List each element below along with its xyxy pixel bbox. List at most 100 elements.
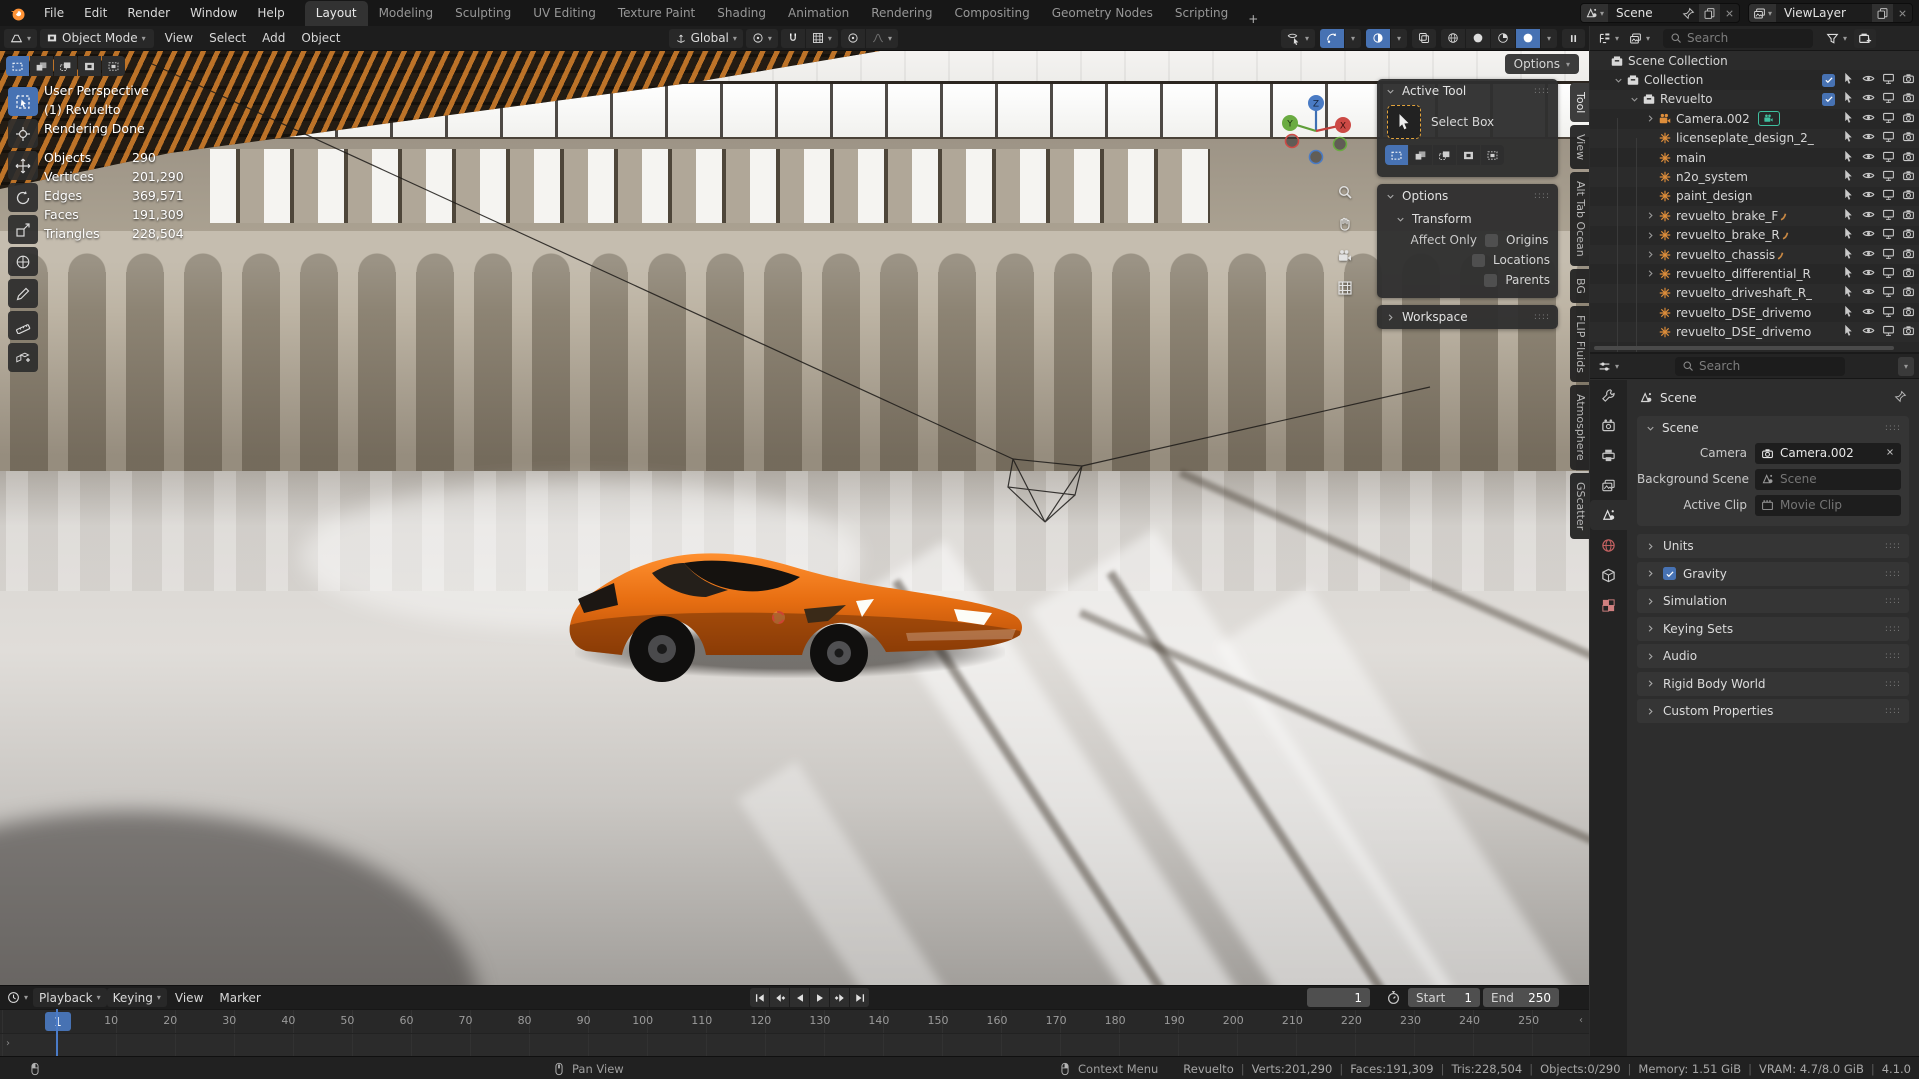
xray-toggle[interactable] [1412, 29, 1436, 48]
expand-arrow-icon[interactable]: › [6, 1038, 10, 1049]
hide-toggle[interactable] [1862, 227, 1875, 243]
workspace-tab-animation[interactable]: Animation [777, 1, 860, 26]
viewport-menu-add[interactable]: Add [254, 31, 293, 45]
select-mode-set[interactable] [1385, 145, 1408, 165]
select-mode-invert[interactable] [1457, 145, 1480, 165]
properties-tab-texture[interactable] [1590, 590, 1627, 620]
pan-button[interactable] [1332, 211, 1358, 237]
timeline-ruler[interactable]: 1 ‹ 102030405060708090100110120130140150… [0, 1009, 1589, 1033]
disable-viewport-toggle[interactable] [1882, 91, 1895, 107]
workspace-tab-rendering[interactable]: Rendering [860, 1, 943, 26]
properties-editor-type-button[interactable]: ▾ [1595, 357, 1622, 376]
workspace-tab-uv-editing[interactable]: UV Editing [522, 1, 607, 26]
outliner-row[interactable]: n2o_system [1590, 167, 1919, 186]
disable-viewport-toggle[interactable] [1882, 169, 1895, 185]
next-keyframe-button[interactable] [830, 988, 849, 1007]
tool-transform[interactable] [8, 247, 38, 276]
disable-render-toggle[interactable] [1902, 324, 1915, 340]
selectable-toggle[interactable] [1842, 208, 1855, 224]
pin-icon[interactable] [1678, 4, 1699, 22]
proportional-edit-toggle[interactable] [841, 29, 865, 48]
shading-solid-button[interactable] [1466, 29, 1490, 48]
gizmo-dropdown[interactable]: ▾ [1345, 29, 1361, 48]
workspace-tab-sculpting[interactable]: Sculpting [444, 1, 522, 26]
collapse-arrow-icon[interactable]: ‹ [1579, 1015, 1583, 1026]
options-section-header[interactable]: Options:::: [1377, 184, 1558, 208]
disable-viewport-toggle[interactable] [1882, 266, 1895, 282]
tool-annotate[interactable] [8, 279, 38, 308]
expand-toggle[interactable] [1643, 230, 1658, 241]
shading-dropdown[interactable]: ▾ [1541, 29, 1557, 48]
select-mode-invert[interactable] [78, 56, 101, 76]
editor-type-button[interactable]: ▾ [4, 29, 37, 48]
outliner-row[interactable]: revuelto_brake_F [1590, 206, 1919, 225]
tool-scale[interactable] [8, 215, 38, 244]
properties-tab-viewlayer[interactable] [1590, 470, 1627, 500]
disable-render-toggle[interactable] [1902, 266, 1915, 282]
tool-rotate[interactable] [8, 183, 38, 212]
hide-toggle[interactable] [1862, 266, 1875, 282]
disable-render-toggle[interactable] [1902, 169, 1915, 185]
viewlayer-selector[interactable]: ▾ ViewLayer [1748, 3, 1913, 23]
shading-material-button[interactable] [1491, 29, 1515, 48]
disable-viewport-toggle[interactable] [1882, 227, 1895, 243]
scene-icon[interactable]: ▾ [1581, 4, 1608, 22]
select-mode-intersect[interactable] [1481, 145, 1504, 165]
hide-toggle[interactable] [1862, 324, 1875, 340]
disable-render-toggle[interactable] [1902, 305, 1915, 321]
properties-tab-scene[interactable] [1590, 500, 1627, 530]
select-mode-extend[interactable] [30, 56, 53, 76]
selectable-toggle[interactable] [1842, 111, 1855, 127]
disable-viewport-toggle[interactable] [1882, 305, 1895, 321]
selectable-toggle[interactable] [1842, 72, 1855, 88]
outliner-row[interactable]: Scene Collection [1590, 51, 1919, 70]
viewlayer-selector-value[interactable]: ViewLayer [1776, 6, 1872, 20]
outliner-row[interactable]: licenseplate_design_2_ [1590, 129, 1919, 148]
properties-tab-object[interactable] [1590, 560, 1627, 590]
transform-subsection[interactable]: Transform [1377, 208, 1558, 230]
current-frame-indicator[interactable]: 1 [45, 1012, 71, 1031]
hide-toggle[interactable] [1862, 91, 1875, 107]
menu-edit[interactable]: Edit [74, 0, 117, 26]
end-frame-field[interactable]: End250 [1483, 988, 1559, 1007]
tool-cursor[interactable] [8, 119, 38, 148]
pause-render-button[interactable] [1562, 29, 1585, 48]
tool-add-cube[interactable] [8, 343, 38, 372]
checkbox-locations[interactable] [1472, 254, 1485, 267]
blender-logo-icon[interactable] [0, 5, 34, 22]
section-gravity[interactable]: Gravity:::: [1637, 562, 1909, 586]
workspace-tab-geometry-nodes[interactable]: Geometry Nodes [1041, 1, 1164, 26]
select-box-tool-icon[interactable] [1387, 105, 1421, 139]
hide-toggle[interactable] [1862, 130, 1875, 146]
properties-options-button[interactable]: ▾ [1898, 357, 1914, 376]
section-custom-properties[interactable]: Custom Properties:::: [1637, 699, 1909, 723]
outliner-row[interactable]: main [1590, 148, 1919, 167]
hide-toggle[interactable] [1862, 72, 1875, 88]
disable-viewport-toggle[interactable] [1882, 247, 1895, 263]
disable-viewport-toggle[interactable] [1882, 188, 1895, 204]
collection-checkbox[interactable] [1822, 74, 1835, 87]
timeline-menu-view[interactable]: View [167, 991, 211, 1005]
section-audio[interactable]: Audio:::: [1637, 644, 1909, 668]
copy-icon[interactable] [1872, 4, 1893, 22]
disable-viewport-toggle[interactable] [1882, 130, 1895, 146]
disable-render-toggle[interactable] [1902, 208, 1915, 224]
overlays-dropdown[interactable]: ▾ [1391, 29, 1407, 48]
disable-render-toggle[interactable] [1902, 111, 1915, 127]
properties-tab-tool[interactable] [1590, 380, 1627, 410]
disable-render-toggle[interactable] [1902, 150, 1915, 166]
sidebar-tab-view[interactable]: View [1570, 125, 1589, 169]
camera-view-button[interactable] [1332, 243, 1358, 269]
sidebar-tab-atmosphere[interactable]: Atmosphere [1570, 385, 1589, 470]
hide-toggle[interactable] [1862, 150, 1875, 166]
hide-toggle[interactable] [1862, 208, 1875, 224]
outliner-search[interactable] [1663, 29, 1813, 48]
hide-toggle[interactable] [1862, 111, 1875, 127]
properties-search-input[interactable] [1699, 359, 1838, 373]
auto-keying-icon[interactable] [1386, 990, 1401, 1008]
timeline-menu-keying[interactable]: Keying▾ [107, 988, 167, 1007]
outliner-row[interactable]: revuelto_DSE_drivemo [1590, 303, 1919, 322]
checkbox-origins[interactable] [1485, 234, 1498, 247]
tool-select-box[interactable] [8, 87, 38, 116]
close-icon[interactable] [1893, 4, 1912, 22]
